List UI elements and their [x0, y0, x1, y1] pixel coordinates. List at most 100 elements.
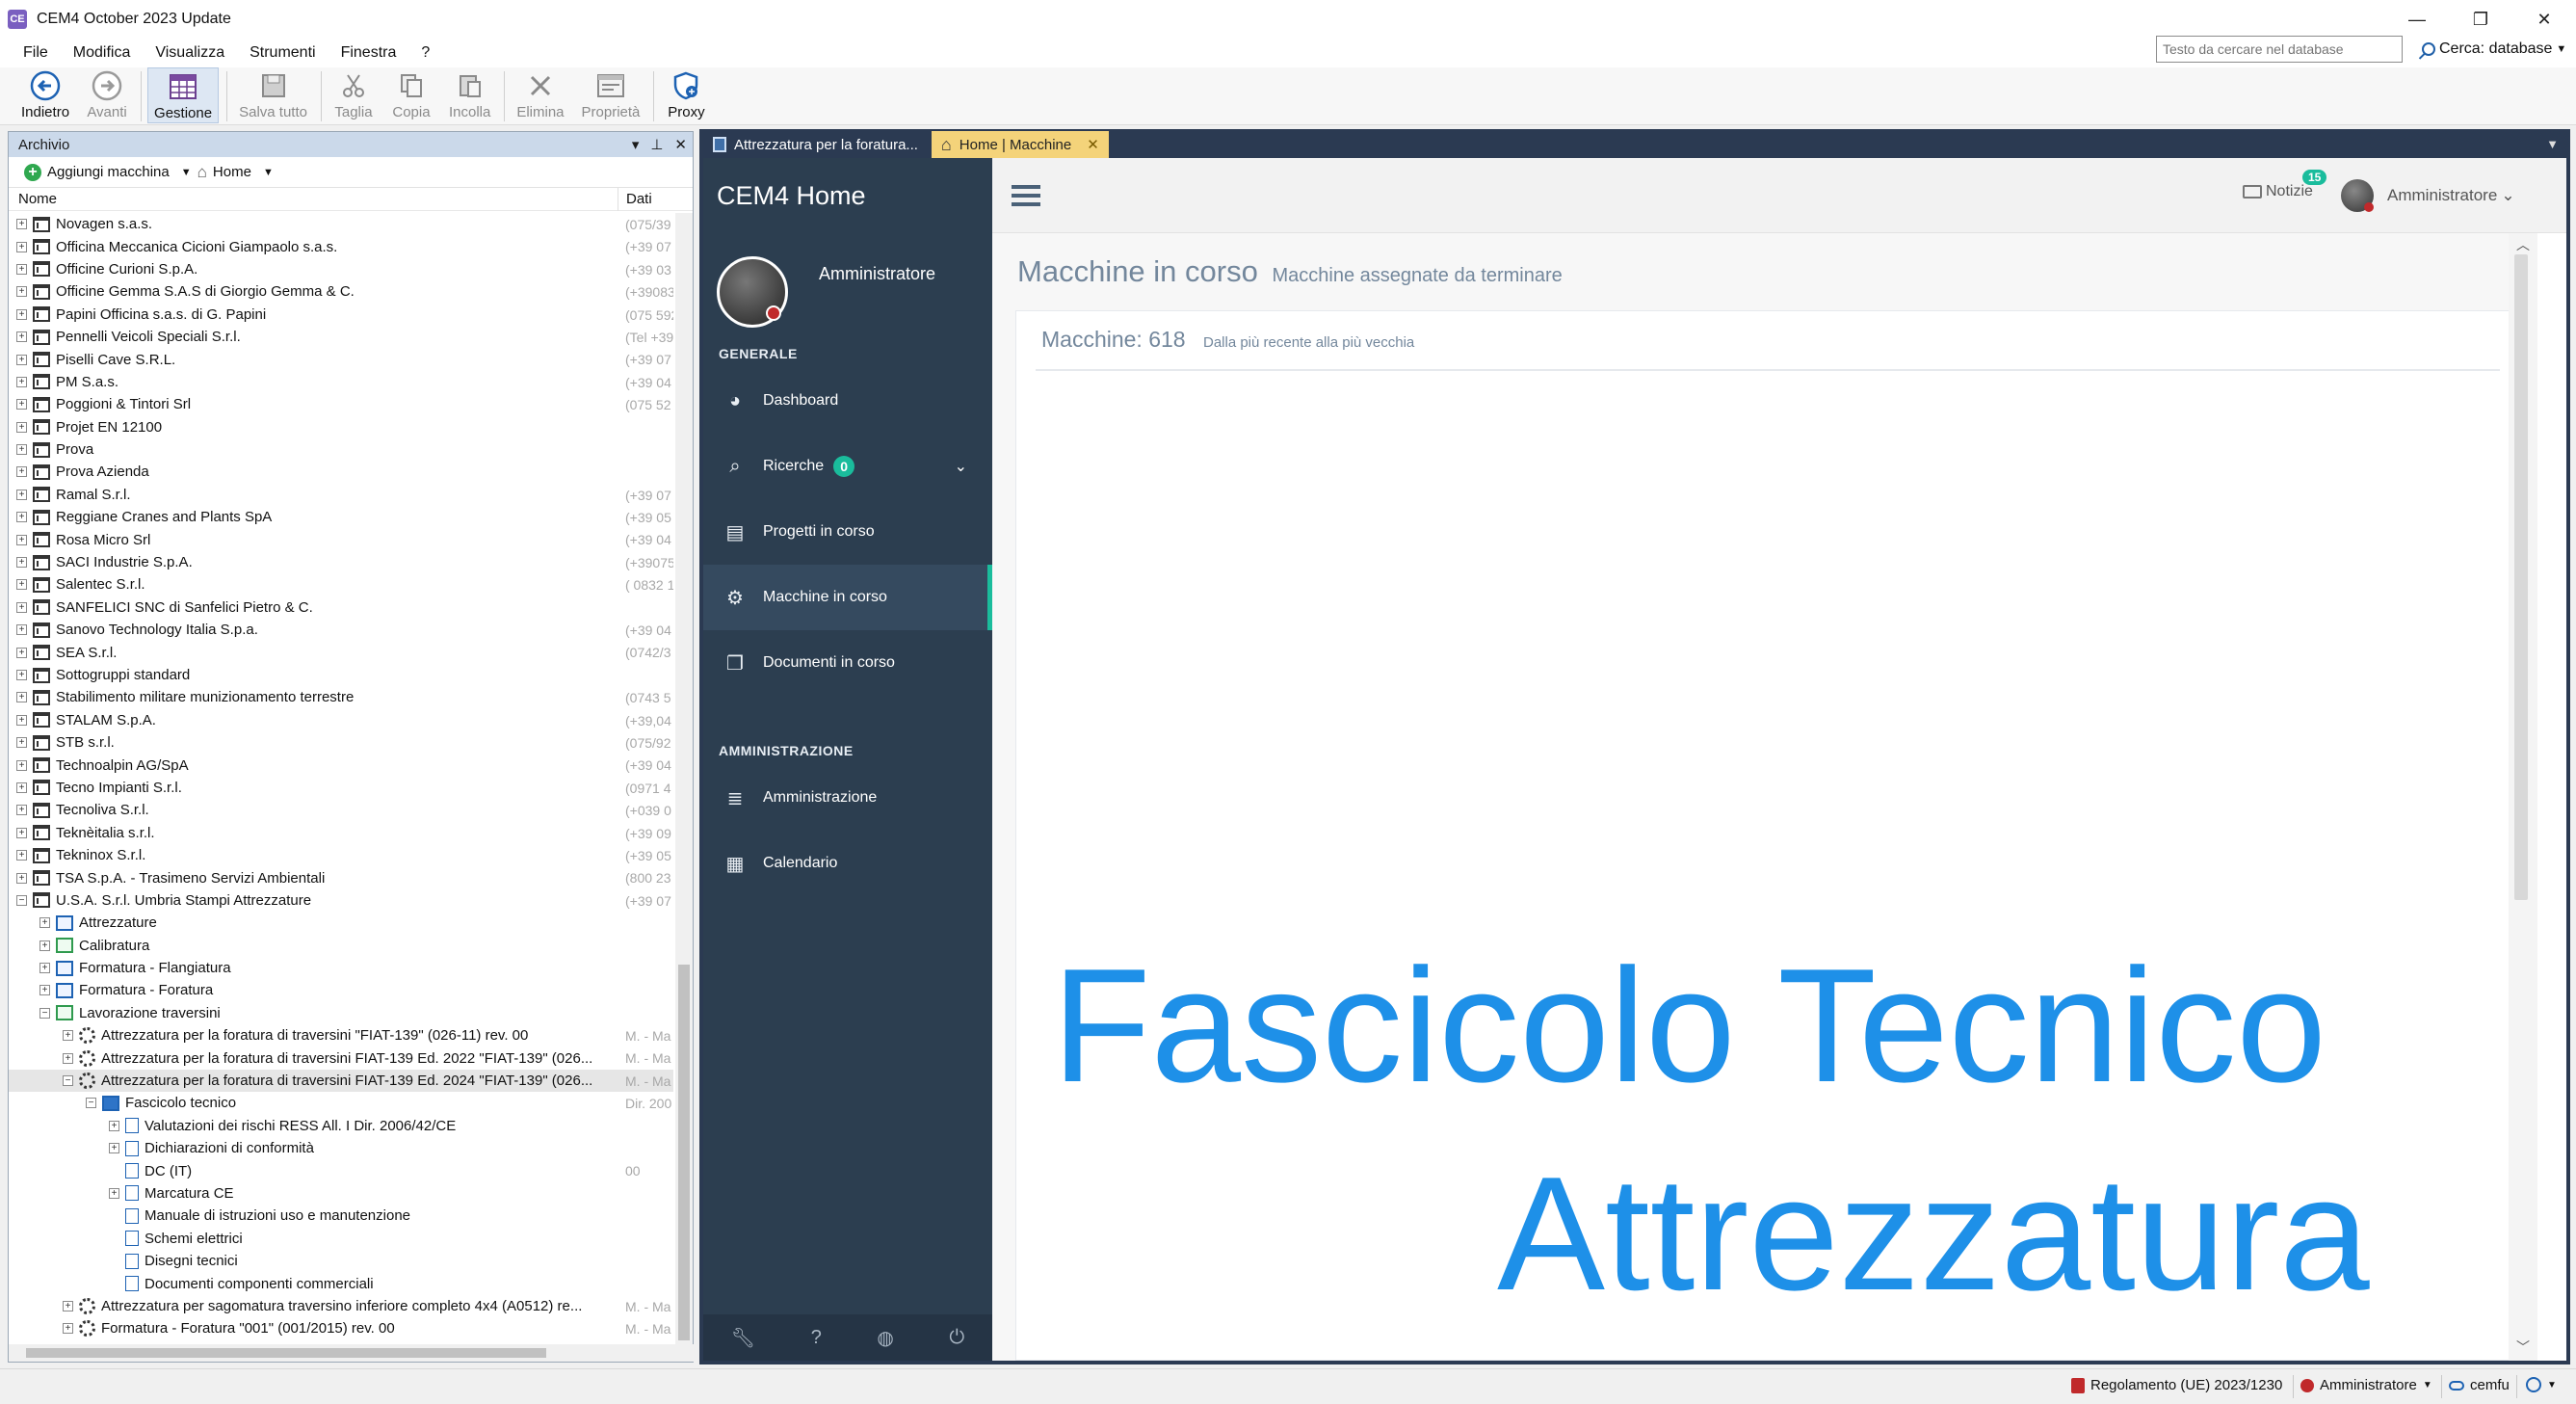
tree-row[interactable]: Manuale di istruzioni uso e manutenzione — [9, 1205, 673, 1227]
collapse-icon[interactable]: − — [63, 1075, 73, 1087]
tree-row[interactable]: − Fascicolo tecnico Dir. 200 — [9, 1092, 673, 1114]
expand-icon[interactable]: + — [16, 872, 27, 884]
nav-progetti-in-corso[interactable]: ▤ Progetti in corso — [703, 499, 992, 565]
paste-button[interactable]: Incolla — [443, 67, 496, 120]
tree-row[interactable]: + Attrezzatura per sagomatura traversino … — [9, 1295, 673, 1317]
wrench-icon[interactable]: 🔧︎ — [731, 1326, 755, 1350]
expand-icon[interactable]: + — [39, 940, 50, 951]
minimize-button[interactable]: — — [2385, 0, 2449, 39]
tree-row[interactable]: + Papini Officina s.a.s. di G. Papini (075… — [9, 304, 673, 326]
nav-macchine-in-corso[interactable]: ⚙ Macchine in corso — [703, 565, 992, 630]
tree-row[interactable]: DC (IT) 00 — [9, 1159, 673, 1181]
expand-icon[interactable]: + — [16, 781, 27, 793]
expand-icon[interactable]: + — [39, 963, 50, 974]
scrollbar-thumb[interactable] — [678, 965, 690, 1340]
expand-icon[interactable]: + — [16, 489, 27, 500]
tree-horizontal-scrollbar[interactable] — [9, 1344, 695, 1362]
user-menu[interactable]: Amministratore ⌄ — [2341, 179, 2515, 212]
forward-button[interactable]: Avanti — [81, 67, 133, 120]
expand-icon[interactable]: + — [16, 759, 27, 771]
properties-button[interactable]: Proprietà — [576, 67, 646, 120]
scroll-up-icon[interactable]: ︿ — [2516, 235, 2530, 254]
gestione-button[interactable]: Gestione — [147, 67, 220, 123]
tab-home-macchine[interactable]: ⌂ Home | Macchine ✕ — [931, 131, 1109, 158]
expand-icon[interactable]: + — [16, 376, 27, 387]
search-scope-dropdown[interactable]: Cerca: database ▼ — [2422, 40, 2566, 58]
expand-icon[interactable]: + — [16, 308, 27, 320]
tree-row[interactable]: + Attrezzatura per la foratura di travers… — [9, 1024, 673, 1046]
tree-row[interactable]: + PM S.a.s. (+39 04 — [9, 371, 673, 393]
panel-close-icon[interactable]: ✕ — [674, 136, 687, 153]
cut-button[interactable]: Taglia — [328, 67, 380, 120]
tree-row[interactable]: + Prova Azienda — [9, 461, 673, 483]
column-name[interactable]: Nome — [9, 191, 616, 207]
expand-icon[interactable]: + — [16, 466, 27, 478]
menu-help[interactable]: ? — [408, 39, 442, 67]
tree-row[interactable]: + Attrezzatura per la foratura di travers… — [9, 1046, 673, 1069]
tree-row[interactable]: + Officine Curioni S.p.A. (+39 03 — [9, 258, 673, 280]
column-data[interactable]: Dati — [618, 188, 652, 211]
expand-icon[interactable]: + — [16, 263, 27, 275]
power-icon[interactable]: ⏻ — [949, 1327, 964, 1349]
menu-modifica[interactable]: Modifica — [61, 39, 144, 67]
nav-documenti-in-corso[interactable]: ❐ Documenti in corso — [703, 630, 992, 696]
tree-vertical-scrollbar[interactable] — [675, 213, 693, 1344]
tree-row[interactable]: + Prova — [9, 438, 673, 461]
expand-icon[interactable]: + — [16, 331, 27, 343]
notizie-button[interactable]: Notizie 15 — [2243, 170, 2327, 200]
expand-icon[interactable]: + — [16, 512, 27, 523]
tree-row[interactable]: + Valutazioni dei rischi RESS All. I Dir.… — [9, 1115, 673, 1137]
tree-row[interactable]: + Formatura - Flangiatura — [9, 957, 673, 979]
expand-icon[interactable]: + — [16, 444, 27, 456]
tree-row[interactable]: + TSA S.p.A. - Trasimeno Servizi Ambienta… — [9, 866, 673, 888]
tree-row[interactable]: + STALAM S.p.A. (+39,04 — [9, 709, 673, 731]
scrollbar-thumb[interactable] — [2514, 254, 2528, 900]
expand-icon[interactable]: + — [63, 1052, 73, 1064]
collapse-icon[interactable]: − — [39, 1007, 50, 1019]
expand-icon[interactable]: + — [16, 579, 27, 591]
nav-ricerche[interactable]: ⌕ Ricerche 0 ⌄ — [703, 434, 992, 499]
tree-row[interactable]: + Sottogruppi standard — [9, 664, 673, 686]
expand-icon[interactable]: + — [39, 985, 50, 996]
expand-icon[interactable]: + — [109, 1143, 119, 1154]
tree-row[interactable]: − U.S.A. S.r.l. Umbria Stampi Attrezzatur… — [9, 889, 673, 912]
tree-row[interactable]: + Salentec S.r.l. ( 0832 1 — [9, 573, 673, 596]
restore-button[interactable]: ❐ — [2449, 0, 2512, 39]
expand-icon[interactable]: + — [109, 1187, 119, 1199]
tree-row[interactable]: + Attrezzature — [9, 912, 673, 934]
expand-icon[interactable]: + — [16, 624, 27, 636]
tree-row[interactable]: + SEA S.r.l. (0742/3 — [9, 641, 673, 663]
expand-icon[interactable]: + — [63, 1300, 73, 1311]
tree-row[interactable]: + SANFELICI SNC di Sanfelici Pietro & C. — [9, 596, 673, 619]
tree-row[interactable]: + Teknèitalia s.r.l. (+39 09 — [9, 822, 673, 844]
menu-visualizza[interactable]: Visualizza — [143, 39, 237, 67]
tree-row[interactable]: + Calibratura — [9, 935, 673, 957]
expand-icon[interactable]: + — [16, 714, 27, 726]
chevron-down-icon[interactable]: ▼ — [181, 167, 192, 178]
expand-icon[interactable]: + — [63, 1323, 73, 1335]
tree-row[interactable]: + Novagen s.a.s. (075/39 — [9, 213, 673, 235]
tree-row[interactable]: + Tecno Impianti S.r.l. (0971 4 — [9, 777, 673, 799]
brand-title[interactable]: CEM4 Home — [703, 158, 992, 233]
tree-row[interactable]: + Officine Gemma S.A.S di Giorgio Gemma &… — [9, 280, 673, 303]
expand-icon[interactable]: + — [16, 286, 27, 298]
tree-row[interactable]: + Ramal S.r.l. (+39 07 — [9, 484, 673, 506]
tree-row[interactable]: + Stabilimento militare munizionamento te… — [9, 686, 673, 708]
save-all-button[interactable]: Salva tutto — [233, 67, 313, 120]
database-search-input[interactable] — [2156, 36, 2403, 63]
tree-row[interactable]: + Formatura - Foratura — [9, 979, 673, 1001]
nav-calendario[interactable]: ▦ Calendario — [703, 831, 992, 896]
expand-icon[interactable]: + — [16, 827, 27, 838]
tree-row[interactable]: + Projet EN 12100 — [9, 416, 673, 438]
menu-file[interactable]: File — [0, 39, 61, 67]
tab-close-icon[interactable]: ✕ — [1087, 136, 1099, 153]
expand-icon[interactable]: + — [63, 1030, 73, 1042]
expand-icon[interactable]: + — [109, 1120, 119, 1131]
help-icon[interactable]: ? — [811, 1327, 822, 1349]
pin-icon[interactable]: ⊥ — [650, 136, 663, 153]
expand-icon[interactable]: + — [16, 601, 27, 613]
expand-icon[interactable]: + — [16, 557, 27, 569]
tree-row[interactable]: + Technoalpin AG/SpA (+39 04 — [9, 754, 673, 776]
tree-row[interactable]: + Poggioni & Tintori Srl (075 52 — [9, 393, 673, 415]
menu-finestra[interactable]: Finestra — [329, 39, 409, 67]
